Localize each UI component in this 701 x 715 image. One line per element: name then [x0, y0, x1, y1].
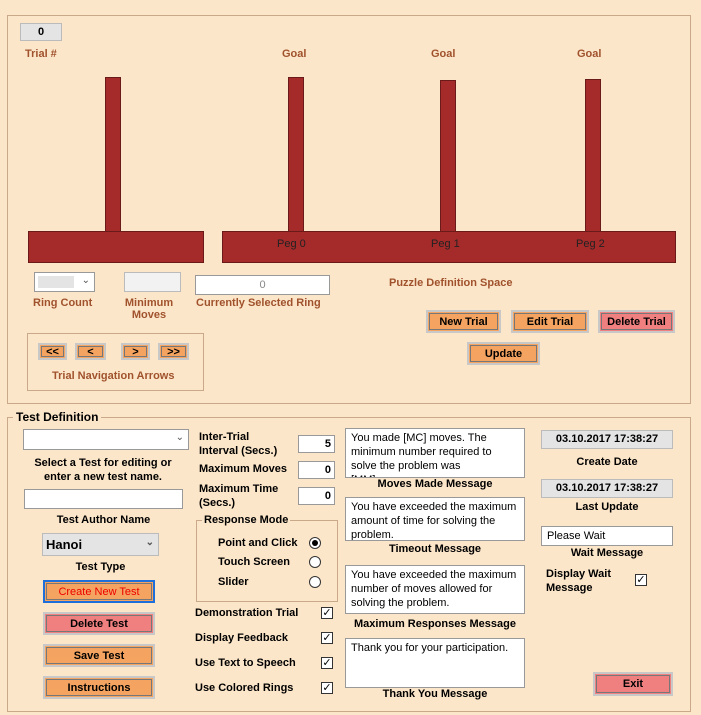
- timeout-message-field[interactable]: You have exceeded the maximum amount of …: [345, 497, 525, 541]
- peg-label-2: Peg 2: [576, 238, 605, 250]
- max-moves-field[interactable]: 0: [298, 461, 335, 479]
- option-tts-label: Use Text to Speech: [195, 657, 296, 669]
- trial-navigation-label: Trial Navigation Arrows: [52, 370, 175, 382]
- inter-trial-label: Inter-Trial Interval (Secs.): [199, 431, 278, 457]
- nav-first-button[interactable]: <<: [38, 343, 67, 360]
- chevron-down-icon: ⌄: [81, 275, 90, 286]
- instructions-button[interactable]: Instructions: [43, 676, 155, 699]
- option-colored-rings-checkbox[interactable]: ✓: [321, 682, 333, 694]
- trial-number-field: 0: [20, 23, 62, 41]
- option-demonstration-checkbox[interactable]: ✓: [321, 607, 333, 619]
- response-mode-slider-label: Slider: [218, 576, 249, 588]
- save-test-button[interactable]: Save Test: [43, 644, 155, 667]
- option-feedback-checkbox[interactable]: ✓: [321, 632, 333, 644]
- select-test-combo[interactable]: ⌄: [23, 429, 189, 450]
- moves-made-message-label: Moves Made Message: [377, 478, 493, 490]
- moves-made-message-field[interactable]: You made [MC] moves. The minimum number …: [345, 428, 525, 478]
- option-feedback-label: Display Feedback: [195, 632, 288, 644]
- nav-next-button[interactable]: >: [121, 343, 150, 360]
- nav-last-button[interactable]: >>: [158, 343, 189, 360]
- selected-ring-field: 0: [195, 275, 330, 295]
- ring-count-select[interactable]: ⌄: [34, 272, 95, 292]
- nav-prev-button[interactable]: <: [75, 343, 106, 360]
- selected-ring-label: Currently Selected Ring: [196, 297, 321, 309]
- max-time-field[interactable]: 0: [298, 487, 335, 505]
- option-tts-checkbox[interactable]: ✓: [321, 657, 333, 669]
- work-peg-base: [28, 231, 204, 263]
- wait-message-label: Wait Message: [570, 547, 644, 559]
- author-name-label: Test Author Name: [56, 514, 151, 526]
- option-colored-rings-label: Use Colored Rings: [195, 682, 294, 694]
- response-mode-point-radio[interactable]: [309, 537, 321, 549]
- work-peg[interactable]: [105, 77, 121, 234]
- goal-peg-1[interactable]: [440, 80, 456, 234]
- puzzle-definition-label: Puzzle Definition Space: [389, 277, 513, 289]
- max-moves-label: Maximum Moves: [199, 463, 288, 475]
- response-mode-touch-label: Touch Screen: [218, 556, 290, 568]
- goal-label-1: Goal: [431, 48, 456, 60]
- test-definition-title: Test Definition: [13, 410, 102, 424]
- ring-count-label: Ring Count: [33, 297, 93, 309]
- trial-label: Trial #: [25, 48, 57, 60]
- delete-trial-button[interactable]: Delete Trial: [598, 310, 675, 333]
- update-button[interactable]: Update: [467, 342, 540, 365]
- select-test-label: Select a Test for editing or enter a new…: [34, 457, 172, 483]
- inter-trial-field[interactable]: 5: [298, 435, 335, 453]
- minimum-moves-field: [124, 272, 181, 292]
- max-responses-message-field[interactable]: You have exceeded the maximum number of …: [345, 565, 525, 614]
- option-demonstration-label: Demonstration Trial: [195, 607, 299, 619]
- chevron-down-icon: ⌄: [145, 537, 154, 548]
- max-responses-message-label: Maximum Responses Message: [353, 618, 516, 630]
- test-type-select[interactable]: Hanoi ⌄: [42, 533, 159, 556]
- edit-trial-button[interactable]: Edit Trial: [511, 310, 589, 333]
- response-mode-label: Response Mode: [202, 514, 291, 526]
- max-time-label: Maximum Time (Secs.): [199, 483, 279, 509]
- chevron-down-icon: ⌄: [175, 432, 184, 443]
- wait-message-field[interactable]: Please Wait: [541, 526, 673, 546]
- create-date-field: 03.10.2017 17:38:27: [541, 430, 673, 449]
- goal-label-2: Goal: [577, 48, 602, 60]
- peg-label-1: Peg 1: [431, 238, 460, 250]
- thank-you-message-field[interactable]: Thank you for your participation.: [345, 638, 525, 688]
- timeout-message-label: Timeout Message: [388, 543, 482, 555]
- goal-label-0: Goal: [282, 48, 307, 60]
- exit-button[interactable]: Exit: [593, 672, 673, 696]
- response-mode-slider-radio[interactable]: [309, 576, 321, 588]
- display-wait-checkbox[interactable]: ✓: [635, 574, 647, 586]
- goal-peg-0[interactable]: [288, 77, 304, 234]
- trial-navigation-box: [27, 333, 204, 391]
- last-update-label: Last Update: [575, 501, 639, 513]
- delete-test-button[interactable]: Delete Test: [43, 612, 155, 635]
- thank-you-message-label: Thank You Message: [382, 688, 488, 700]
- create-new-test-button[interactable]: Create New Test: [43, 580, 155, 603]
- new-trial-button[interactable]: New Trial: [426, 310, 501, 333]
- author-name-field[interactable]: [24, 489, 183, 509]
- goal-peg-2[interactable]: [585, 79, 601, 234]
- peg-label-0: Peg 0: [277, 238, 306, 250]
- test-type-label: Test Type: [75, 561, 126, 573]
- display-wait-label: Display Wait Message: [546, 568, 611, 594]
- last-update-field: 03.10.2017 17:38:27: [541, 479, 673, 498]
- response-mode-touch-radio[interactable]: [309, 556, 321, 568]
- response-mode-point-label: Point and Click: [218, 537, 298, 549]
- create-date-label: Create Date: [576, 456, 638, 468]
- minimum-moves-label: Minimum Moves: [124, 297, 174, 321]
